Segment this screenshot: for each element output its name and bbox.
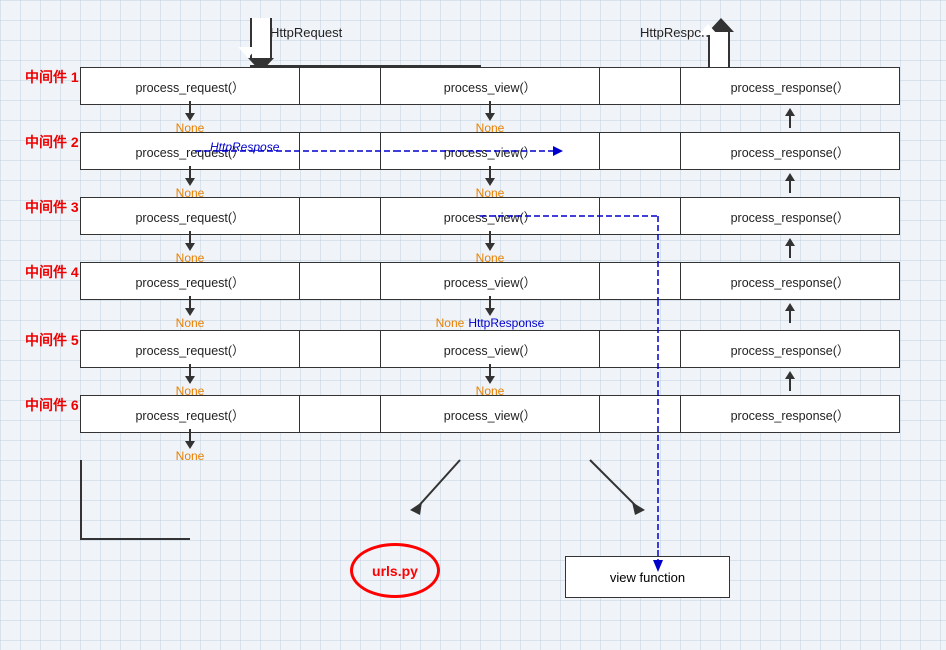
mw1-process-response: process_response(） (680, 67, 900, 105)
mw4-row: 中间件 4 process_request(） process_view(） p… (80, 262, 900, 300)
mw3-process-request: process_request(） (80, 197, 300, 235)
httprespose-blue-label: HttpRespose (210, 140, 279, 154)
mw2-label: 中间件 2 (25, 132, 79, 152)
mw1-label: 中间件 1 (25, 67, 79, 87)
mw6-process-request: process_request(） (80, 395, 300, 433)
mw6-row: 中间件 6 process_request(） process_view(） p… (80, 395, 900, 433)
mw3-row: 中间件 3 process_request(） process_view(） p… (80, 197, 900, 235)
mw5-process-view: process_view(） (380, 330, 600, 368)
arrow-row-2: None None (80, 170, 900, 196)
view-function-label: view function (610, 570, 685, 585)
arrow-row-5: None None (80, 368, 900, 394)
arrow-row-3: None None (80, 235, 900, 261)
mw6-label: 中间件 6 (25, 395, 79, 415)
mw4-label: 中间件 4 (25, 262, 79, 282)
mw3-process-view: process_view(） (380, 197, 600, 235)
httprequest-arrow (248, 18, 274, 72)
urls-circle: urls.py (350, 543, 440, 598)
mw1-process-request: process_request(） (80, 67, 300, 105)
httpresponse-arrow (708, 18, 730, 72)
mw4-process-request: process_request(） (80, 262, 300, 300)
mw6-process-response: process_response(） (680, 395, 900, 433)
mw5-label: 中间件 5 (25, 330, 79, 350)
diagram-container: HttpRequest HttpResponse 中间件 1 process_r… (20, 10, 920, 640)
httpresponse-label2: HttpResponse (468, 316, 544, 330)
mw4-process-response: process_response(） (680, 262, 900, 300)
urls-label: urls.py (372, 563, 418, 579)
mw6-process-view: process_view(） (380, 395, 600, 433)
arrow-row-1: None None (80, 105, 900, 131)
bottom-left-bracket (80, 460, 190, 540)
mw5-row: 中间件 5 process_request(） process_view(） p… (80, 330, 900, 368)
arrow-row-6: None (80, 433, 300, 459)
mw1-row: 中间件 1 process_request(） process_view(） p… (80, 67, 900, 105)
mw4-process-view: process_view(） (380, 262, 600, 300)
view-function-box: view function (565, 556, 730, 598)
mw5-process-request: process_request(） (80, 330, 300, 368)
httprequest-label: HttpRequest (270, 25, 342, 40)
mw3-label: 中间件 3 (25, 197, 79, 217)
bottom-arrows-svg (400, 430, 680, 550)
mw1-process-view: process_view(） (380, 67, 600, 105)
mw3-process-response: process_response(） (680, 197, 900, 235)
mw2-process-response: process_response(） (680, 132, 900, 170)
mw5-process-response: process_response(） (680, 330, 900, 368)
mw2-row: 中间件 2 process_request(） process_view(） p… (80, 132, 900, 170)
arrow-row-4: None None HttpResponse (80, 300, 900, 326)
mw2-process-view: process_view(） (380, 132, 600, 170)
